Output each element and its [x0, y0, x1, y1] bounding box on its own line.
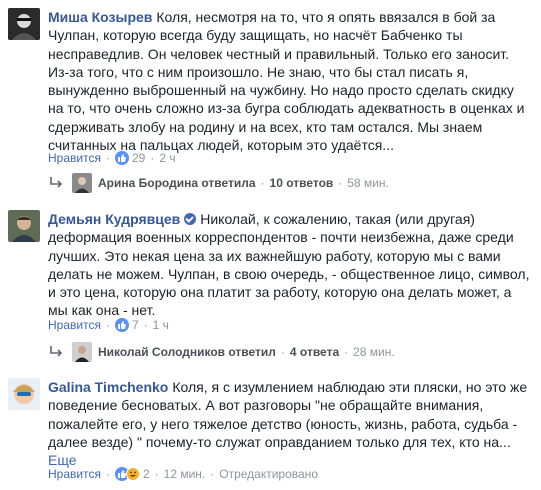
like-reaction-icon[interactable] [114, 318, 129, 332]
separator: · [280, 345, 285, 359]
comment-time[interactable]: 12 мин. [164, 467, 206, 481]
separator: · [210, 467, 215, 481]
comment-actions: Нравится · 29 · 2 ч [48, 149, 176, 167]
comment-actions: Нравится · 7 · 1 ч [48, 316, 169, 334]
separator: · [105, 151, 110, 165]
replies-link[interactable]: Николай Солодников ответил · 4 ответа · … [48, 341, 395, 363]
comment-actions: Нравится · 2 · 12 мин. · Отредактировано [48, 465, 318, 483]
comment-author[interactable]: Galina Timchenko [48, 379, 168, 395]
reply-count[interactable]: 4 ответа [290, 345, 339, 359]
haha-reaction-icon[interactable] [125, 467, 140, 481]
reaction-count[interactable]: 2 [143, 467, 150, 481]
comment-time[interactable]: 1 ч [153, 318, 169, 332]
reply-time: 58 мин. [347, 176, 389, 190]
separator: · [154, 467, 159, 481]
like-button[interactable]: Нравится [48, 318, 101, 332]
comment-text: Николай, к сожалению, такая (или другая)… [48, 211, 530, 319]
like-reaction-icon[interactable] [114, 151, 129, 165]
reply-time: 28 мин. [353, 345, 395, 359]
comment-author[interactable]: Демьян Кудрявцев [48, 211, 180, 227]
reply-arrow-icon [50, 177, 63, 188]
comment-body: Миша Козырев Коля, несмотря на то, что я … [48, 8, 530, 154]
avatar[interactable] [8, 8, 40, 40]
comment-text: Коля, несмотря на то, что я опять ввязал… [48, 9, 525, 154]
comment-body: Демьян Кудрявцев Николай, к сожалению, та… [48, 210, 530, 320]
separator: · [344, 345, 349, 359]
separator: · [338, 176, 343, 190]
reply-arrow-icon [50, 346, 63, 357]
comment-time[interactable]: 2 ч [159, 151, 175, 165]
comment-body: Galina Timchenko Коля, я с изумлением наб… [48, 378, 530, 469]
like-button[interactable]: Нравится [48, 151, 101, 165]
comment-author[interactable]: Миша Козырев [48, 9, 152, 25]
replies-link[interactable]: Арина Бородина ответила · 10 ответов · 5… [48, 172, 389, 194]
avatar [72, 173, 92, 193]
avatar[interactable] [8, 210, 40, 242]
separator: · [105, 318, 110, 332]
avatar [72, 342, 92, 362]
reply-author[interactable]: Арина Бородина ответила [98, 176, 256, 190]
separator: · [260, 176, 265, 190]
reply-author[interactable]: Николай Солодников ответил [98, 345, 276, 359]
edited-label[interactable]: Отредактировано [219, 467, 318, 481]
reply-count[interactable]: 10 ответов [270, 176, 334, 190]
separator: · [143, 318, 148, 332]
separator: · [150, 151, 155, 165]
like-button[interactable]: Нравится [48, 467, 101, 481]
reaction-count[interactable]: 29 [132, 151, 145, 165]
reaction-count[interactable]: 7 [132, 318, 139, 332]
separator: · [105, 467, 110, 481]
avatar[interactable] [8, 378, 40, 410]
verified-badge-icon [184, 213, 197, 225]
